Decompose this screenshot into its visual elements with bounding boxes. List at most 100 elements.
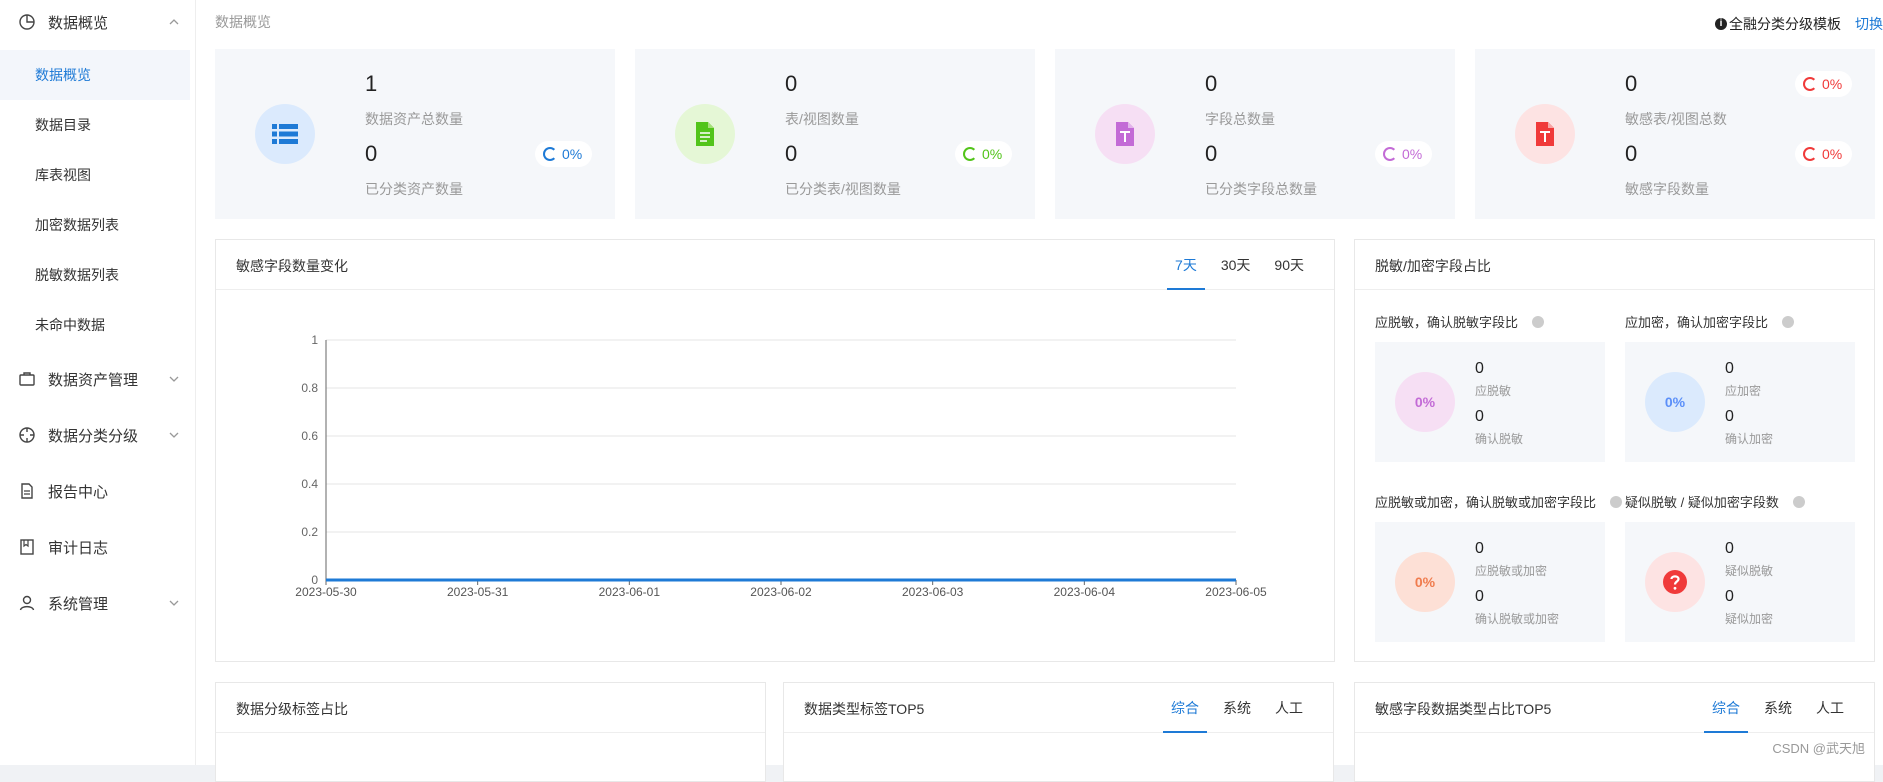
progress-ring-icon — [543, 147, 557, 161]
x-tick-label: 2023-06-03 — [902, 585, 964, 599]
ratio-percent: 0% — [1395, 372, 1455, 432]
book-icon — [18, 538, 36, 556]
x-tick-label: 2023-06-01 — [599, 585, 661, 599]
range-tabs: 7天 30天 90天 — [1159, 240, 1312, 290]
chevron-down-icon — [166, 427, 182, 443]
sidebar-group-system[interactable]: 系统管理 — [0, 581, 196, 625]
sidebar-group-label: 系统管理 — [48, 593, 108, 614]
ratio-label: 疑似脱敏 — [1725, 562, 1773, 579]
tab-system[interactable]: 系统 — [1215, 683, 1259, 733]
main-content: 数据概览 i 全融分类分级模板 切换 1 数据资产总数量 0 已分类资产数量 0… — [196, 0, 1883, 765]
info-icon: i — [1715, 18, 1727, 30]
watermark: CSDN @武天旭 — [1772, 738, 1865, 757]
panel-title: 数据类型标签TOP5 — [804, 699, 924, 719]
ratio-value: 0 — [1725, 360, 1734, 378]
y-tick-label: 0.6 — [301, 429, 318, 443]
switch-template-link[interactable]: 切换 — [1855, 14, 1883, 34]
ratio-value: 0 — [1725, 588, 1734, 606]
tab-overall[interactable]: 综合 — [1163, 683, 1207, 733]
stat-label: 敏感表/视图总数 — [1625, 109, 1727, 129]
sidebar-item-overview[interactable]: 数据概览 — [0, 50, 190, 100]
panel-title: 脱敏/加密字段占比 — [1375, 256, 1491, 276]
ratio-percent: 0% — [1645, 372, 1705, 432]
help-icon[interactable] — [1793, 496, 1805, 508]
y-tick-label: 1 — [311, 333, 318, 347]
sidebar-item-unmatched[interactable]: 未命中数据 — [0, 300, 190, 350]
stat-label: 已分类资产数量 — [365, 179, 463, 199]
stat-value: 1 — [365, 71, 377, 97]
trend-line-chart: 00.20.40.60.812023-05-302023-05-312023-0… — [216, 290, 1334, 662]
ratio-subtitle-text: 疑似脱敏 / 疑似加密字段数 — [1625, 492, 1779, 511]
ratio-box-suspected: 0 疑似脱敏 0 疑似加密 — [1625, 522, 1855, 642]
sidebar-group-overview[interactable]: 数据概览 — [0, 0, 196, 44]
tab-manual[interactable]: 人工 — [1808, 683, 1852, 733]
list-icon — [255, 104, 315, 164]
x-tick-label: 2023-06-04 — [1054, 585, 1116, 599]
ratio-box-encryption: 0% 0 应加密 0 确认加密 — [1625, 342, 1855, 462]
x-tick-label: 2023-05-30 — [295, 585, 357, 599]
sensitive-field-trend-panel: 敏感字段数量变化 7天 30天 90天 00.20.40.60.812023-0… — [215, 239, 1335, 662]
panel-title: 数据分级标签占比 — [236, 699, 348, 719]
y-tick-label: 0.8 — [301, 381, 318, 395]
ratio-label: 疑似加密 — [1725, 610, 1773, 627]
mask-encrypt-ratio-panel: 脱敏/加密字段占比 应脱敏，确认脱敏字段比 应加密，确认加密字段比 0% 0 应… — [1354, 239, 1875, 662]
ratio-subtitle: 应加密，确认加密字段比 — [1625, 312, 1794, 331]
sidebar-group-label: 数据概览 — [48, 12, 108, 33]
breadcrumb: 数据概览 — [215, 12, 271, 32]
sidebar-item-masked-list[interactable]: 脱敏数据列表 — [0, 250, 190, 300]
ratio-subtitle-text: 应脱敏或加密，确认脱敏或加密字段比 — [1375, 492, 1596, 511]
stat-value: 0 — [1205, 71, 1217, 97]
sidebar-group-audit-log[interactable]: 审计日志 — [0, 525, 196, 569]
help-icon[interactable] — [1610, 496, 1622, 508]
sidebar-item-table-view[interactable]: 库表视图 — [0, 150, 190, 200]
tab-90-days[interactable]: 90天 — [1266, 240, 1312, 290]
document-icon — [18, 482, 36, 500]
percent-badge: 0% — [1375, 141, 1432, 167]
percent-badge: 0% — [1795, 71, 1852, 97]
progress-ring-icon — [963, 147, 977, 161]
chevron-down-icon — [166, 371, 182, 387]
chevron-up-icon — [166, 14, 182, 30]
help-icon[interactable] — [1532, 316, 1544, 328]
percent-value: 0% — [562, 146, 582, 162]
progress-ring-icon — [1803, 77, 1817, 91]
sidebar: 数据概览 数据概览 数据目录 库表视图 加密数据列表 脱敏数据列表 未命中数据 … — [0, 0, 196, 765]
stat-label: 数据资产总数量 — [365, 109, 463, 129]
ratio-value: 0 — [1725, 408, 1734, 426]
y-tick-label: 0.4 — [301, 477, 318, 491]
stat-value: 0 — [785, 141, 797, 167]
tab-30-days[interactable]: 30天 — [1213, 240, 1259, 290]
ratio-label: 确认加密 — [1725, 430, 1773, 447]
panel-title: 敏感字段数据类型占比TOP5 — [1375, 699, 1551, 719]
tab-system[interactable]: 系统 — [1756, 683, 1800, 733]
ratio-subtitle: 疑似脱敏 / 疑似加密字段数 — [1625, 492, 1805, 511]
sidebar-group-classification[interactable]: 数据分类分级 — [0, 413, 196, 457]
sidebar-group-label: 报告中心 — [48, 481, 108, 502]
percent-value: 0% — [1822, 76, 1842, 92]
stat-label: 敏感字段数量 — [1625, 179, 1709, 199]
sidebar-group-asset-management[interactable]: 数据资产管理 — [0, 357, 196, 401]
stat-value: 0 — [1625, 71, 1637, 97]
source-tabs: 综合 系统 人工 — [1696, 683, 1852, 733]
help-icon[interactable] — [1782, 316, 1794, 328]
stat-value: 0 — [785, 71, 797, 97]
tab-manual[interactable]: 人工 — [1267, 683, 1311, 733]
tab-overall[interactable]: 综合 — [1704, 683, 1748, 733]
template-indicator: i 全融分类分级模板 切换 — [1715, 14, 1883, 34]
target-icon — [18, 426, 36, 444]
type-tag-top5-panel: 数据类型标签TOP5 综合 系统 人工 — [783, 682, 1334, 782]
sidebar-group-reports[interactable]: 报告中心 — [0, 469, 196, 513]
sidebar-item-catalog[interactable]: 数据目录 — [0, 100, 190, 150]
chevron-down-icon — [166, 595, 182, 611]
sensitive-type-top5-panel: 敏感字段数据类型占比TOP5 综合 系统 人工 — [1354, 682, 1875, 782]
pie-chart-icon — [18, 13, 36, 31]
progress-ring-icon — [1383, 147, 1397, 161]
tab-7-days[interactable]: 7天 — [1167, 240, 1205, 290]
stat-card-sensitive: 0 敏感表/视图总数 0 敏感字段数量 0% 0% — [1475, 49, 1875, 219]
ratio-subtitle: 应脱敏，确认脱敏字段比 — [1375, 312, 1544, 331]
stat-card-tables: 0 表/视图数量 0 已分类表/视图数量 0% — [635, 49, 1035, 219]
x-tick-label: 2023-06-05 — [1205, 585, 1267, 599]
ratio-value: 0 — [1725, 540, 1734, 558]
sidebar-item-encrypted-list[interactable]: 加密数据列表 — [0, 200, 190, 250]
x-tick-label: 2023-05-31 — [447, 585, 509, 599]
